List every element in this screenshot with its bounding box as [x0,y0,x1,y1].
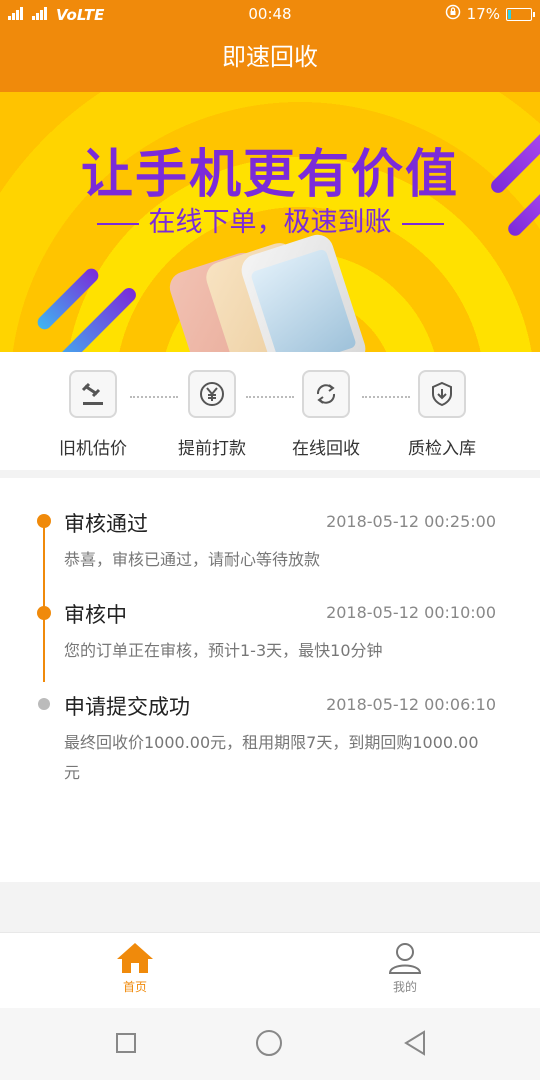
event-title: 申请提交成功 [64,695,190,719]
event-title: 审核通过 [64,512,148,536]
timeline-line [43,522,45,682]
event-time: 2018-05-12 00:10:00 [326,603,496,622]
event-description: 您的订单正在审核，预计1-3天，最快10分钟 [64,641,383,660]
divider [96,222,139,225]
banner-subline-text: 在线下单，极速到账 [148,207,392,238]
divider [401,222,444,225]
banner-headline: 让手机更有价值 [80,145,459,205]
event-title: 审核中 [64,603,127,627]
process-steps: 旧机估价 提前打款 在线回收 质检入库 [0,352,540,470]
event-time: 2018-05-12 00:06:10 [326,695,496,714]
tab-label: 我的 [392,980,417,994]
promo-banner[interactable]: 让手机更有价值 在线下单，极速到账 [0,92,540,352]
gavel-icon [69,370,117,418]
timeline-dot-done [38,698,50,710]
yen-icon [188,370,236,418]
system-nav-bar [0,1008,540,1080]
page-title: 即速回收 [0,28,540,92]
event-time: 2018-05-12 00:25:00 [326,512,496,531]
step-label: 质检入库 [408,439,476,459]
event-description: 恭喜，审核已通过，请耐心等待放款 [64,550,321,569]
back-button[interactable] [402,1030,428,1056]
tab-home[interactable]: 首页 [95,941,175,995]
battery-icon [506,7,535,21]
refresh-icon [302,370,350,418]
user-icon [388,943,422,974]
order-timeline: 审核通过 2018-05-12 00:25:00 恭喜，审核已通过，请耐心等待放… [0,478,540,882]
step-advance-payment[interactable]: 提前打款 [157,370,267,459]
step-valuation[interactable]: 旧机估价 [38,370,148,459]
home-icon [117,943,153,973]
step-quality-check[interactable]: 质检入库 [387,370,497,459]
tab-label: 首页 [122,980,147,994]
step-label: 提前打款 [178,439,246,459]
timeline-dot-active [37,514,51,528]
step-online-recycle[interactable]: 在线回收 [271,370,381,459]
battery-percent: 17% [466,5,500,23]
event-description: 最终回收价1000.00元，租用期限7天，到期回购1000.00元 [64,733,479,782]
tab-profile[interactable]: 我的 [365,941,445,995]
home-button[interactable] [256,1030,282,1056]
step-label: 在线回收 [292,439,360,459]
timeline-dot-active [37,606,51,620]
step-label: 旧机估价 [59,439,127,459]
recent-apps-button[interactable] [116,1033,136,1053]
shield-download-icon [418,370,466,418]
banner-subline: 在线下单，极速到账 [0,200,540,239]
status-bar: VoLTE 00:48 17% [0,0,540,28]
bottom-tab-bar: 首页 我的 [0,932,540,1009]
rotation-lock-icon [445,4,461,24]
